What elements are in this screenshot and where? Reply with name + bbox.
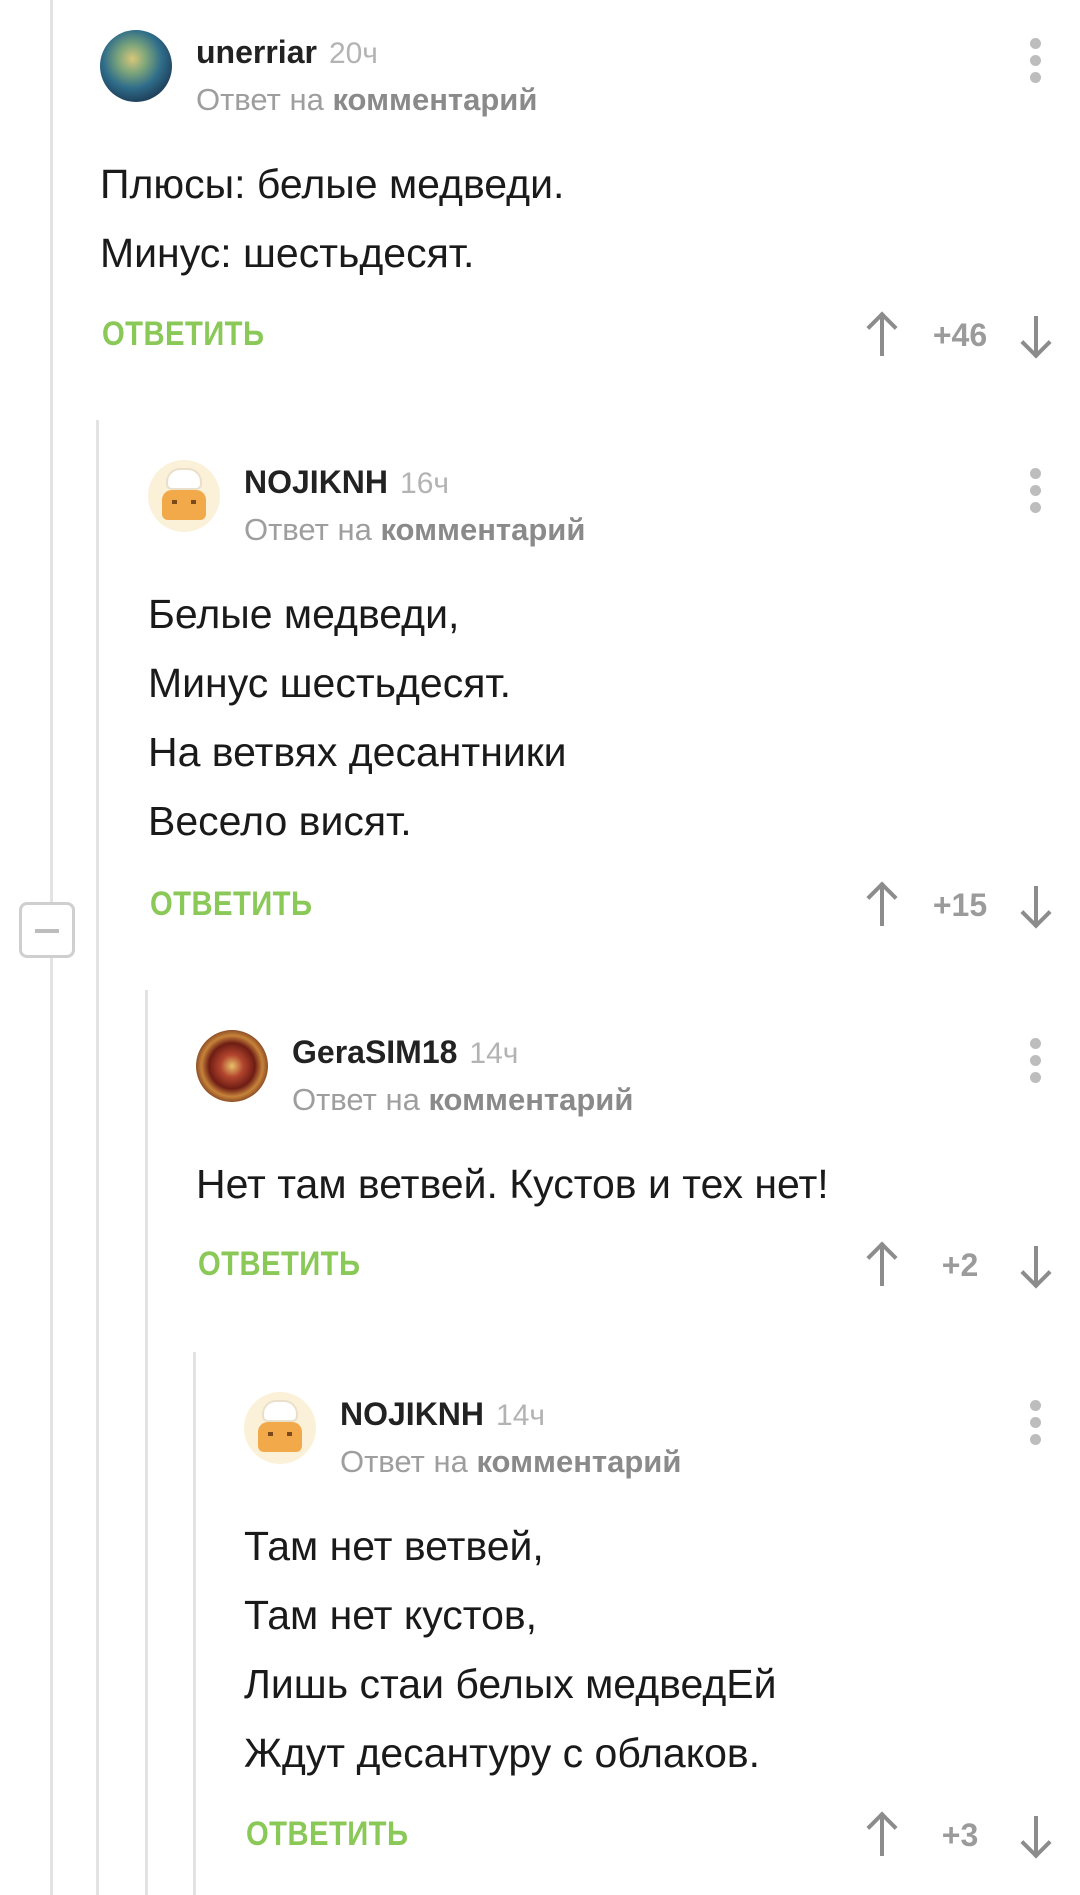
text-line: На ветвях десантники <box>148 729 567 775</box>
downvote-arrow-icon[interactable] <box>1016 310 1056 360</box>
text-line: Белые медведи, <box>148 591 460 637</box>
comment-header: NOJIKNH 14ч <box>340 1396 545 1433</box>
text-line: Ждут десантуру с облаков. <box>244 1730 761 1776</box>
vote-controls: +3 <box>862 1805 1056 1865</box>
comment-header: NOJIKNH 16ч <box>244 464 449 501</box>
reply-prefix: Ответ на <box>340 1444 468 1479</box>
reply-button[interactable]: ОТВЕТИТЬ <box>198 1245 360 1284</box>
rating-value: +2 <box>941 1246 979 1283</box>
reply-button[interactable]: ОТВЕТИТЬ <box>150 885 312 924</box>
avatar[interactable] <box>244 1392 316 1464</box>
comment-time: 14ч <box>469 1037 519 1070</box>
more-options-icon[interactable] <box>1028 1400 1042 1448</box>
thread-line-level-3 <box>193 1352 196 1895</box>
vote-controls: +46 <box>862 305 1056 365</box>
comment-time: 16ч <box>400 467 450 500</box>
reply-to-line: Ответ на комментарий <box>340 1444 681 1480</box>
reply-to-line: Ответ на комментарий <box>292 1082 633 1118</box>
thread-line-level-2 <box>145 990 148 1895</box>
reply-button[interactable]: ОТВЕТИТЬ <box>102 315 264 354</box>
comment-text: Плюсы: белые медведи. Минус: шестьдесят. <box>100 150 564 288</box>
reply-to-line: Ответ на комментарий <box>244 512 585 548</box>
parent-comment-link[interactable]: комментарий <box>380 512 585 547</box>
reply-prefix: Ответ на <box>244 512 372 547</box>
collapse-thread-button[interactable] <box>19 902 75 958</box>
reply-to-line: Ответ на комментарий <box>196 82 537 118</box>
rating-value: +46 <box>932 316 988 353</box>
comment-time: 14ч <box>496 1399 546 1432</box>
text-line: Минус: шестьдесят. <box>100 230 475 276</box>
username-link[interactable]: GeraSIM18 <box>292 1034 457 1070</box>
comment-text: Нет там ветвей. Кустов и тех нет! <box>196 1150 829 1219</box>
avatar[interactable] <box>148 460 220 532</box>
reply-button[interactable]: ОТВЕТИТЬ <box>246 1815 408 1854</box>
comment-text: Там нет ветвей, Там нет кустов, Лишь ста… <box>244 1512 777 1788</box>
rating-value: +15 <box>932 886 988 923</box>
username-link[interactable]: NOJIKNH <box>340 1396 484 1432</box>
parent-comment-link[interactable]: комментарий <box>476 1444 681 1479</box>
parent-comment-link[interactable]: комментарий <box>332 82 537 117</box>
avatar[interactable] <box>196 1030 268 1102</box>
thread-line-level-1 <box>96 420 99 1895</box>
text-line: Нет там ветвей. Кустов и тех нет! <box>196 1161 829 1207</box>
more-options-icon[interactable] <box>1028 468 1042 516</box>
vote-controls: +2 <box>862 1235 1056 1295</box>
comment-header: unerriar 20ч <box>196 34 378 71</box>
parent-comment-link[interactable]: комментарий <box>428 1082 633 1117</box>
comment-time: 20ч <box>328 37 378 70</box>
rating-value: +3 <box>941 1816 979 1853</box>
more-options-icon[interactable] <box>1028 38 1042 86</box>
reply-prefix: Ответ на <box>292 1082 420 1117</box>
username-link[interactable]: unerriar <box>196 34 317 70</box>
downvote-arrow-icon[interactable] <box>1016 1240 1056 1290</box>
upvote-arrow-icon[interactable] <box>862 1810 902 1860</box>
text-line: Там нет кустов, <box>244 1592 538 1638</box>
username-link[interactable]: NOJIKNH <box>244 464 388 500</box>
text-line: Лишь стаи белых медведЕй <box>244 1661 777 1707</box>
text-line: Весело висят. <box>148 798 412 844</box>
comment-text: Белые медведи, Минус шестьдесят. На ветв… <box>148 580 567 856</box>
reply-prefix: Ответ на <box>196 82 324 117</box>
upvote-arrow-icon[interactable] <box>862 310 902 360</box>
vote-controls: +15 <box>862 875 1056 935</box>
downvote-arrow-icon[interactable] <box>1016 1810 1056 1860</box>
upvote-arrow-icon[interactable] <box>862 1240 902 1290</box>
more-options-icon[interactable] <box>1028 1038 1042 1086</box>
upvote-arrow-icon[interactable] <box>862 880 902 930</box>
downvote-arrow-icon[interactable] <box>1016 880 1056 930</box>
text-line: Минус шестьдесят. <box>148 660 512 706</box>
text-line: Плюсы: белые медведи. <box>100 161 565 207</box>
comment-header: GeraSIM18 14ч <box>292 1034 518 1071</box>
avatar[interactable] <box>100 30 172 102</box>
text-line: Там нет ветвей, <box>244 1523 544 1569</box>
